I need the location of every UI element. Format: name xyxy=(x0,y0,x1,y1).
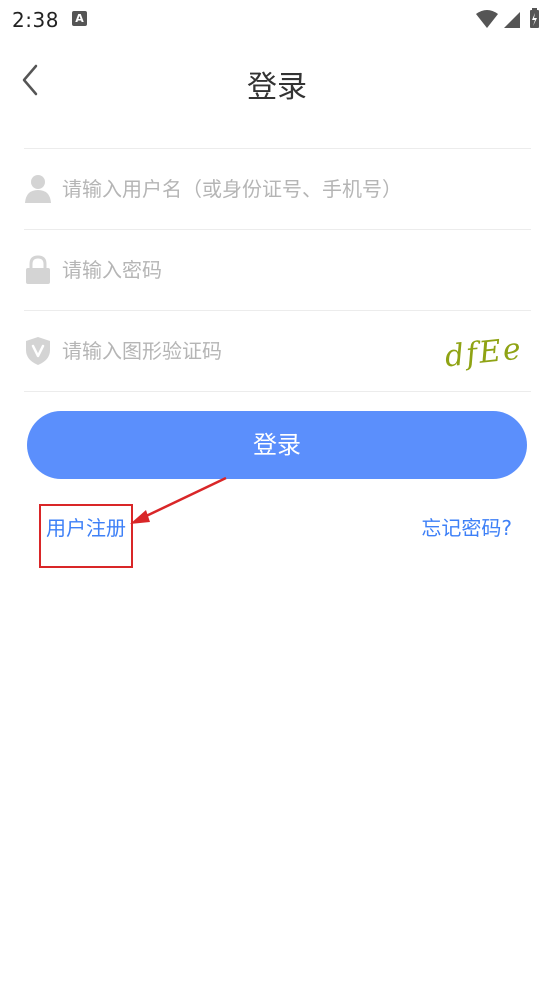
status-bar: 2:38 A xyxy=(0,0,554,40)
captcha-row: dfEe xyxy=(24,310,531,392)
lock-icon xyxy=(26,255,50,284)
username-row xyxy=(24,148,531,229)
wifi-icon xyxy=(476,10,498,28)
captcha-input[interactable] xyxy=(62,331,422,371)
nav-bar: 登录 xyxy=(0,40,554,120)
forgot-password-link[interactable]: 忘记密码? xyxy=(421,512,512,541)
captcha-text: dfEe xyxy=(443,332,524,373)
status-icons xyxy=(474,8,546,30)
login-form: dfEe xyxy=(24,148,531,392)
login-button[interactable]: 登录 xyxy=(27,411,527,479)
username-input[interactable] xyxy=(62,169,422,209)
status-time: 2:38 xyxy=(12,8,59,32)
password-row xyxy=(24,229,531,310)
captcha-image[interactable]: dfEe xyxy=(439,331,529,373)
password-input[interactable] xyxy=(62,250,422,290)
page-title: 登录 xyxy=(247,70,307,105)
signal-icon xyxy=(504,12,520,28)
user-icon xyxy=(25,175,51,203)
shield-v-icon xyxy=(26,337,50,365)
annotation-arrow-icon xyxy=(130,476,227,524)
notification-icon: A xyxy=(72,11,87,26)
annotation-highlight-box xyxy=(39,504,133,568)
battery-icon xyxy=(530,8,539,28)
